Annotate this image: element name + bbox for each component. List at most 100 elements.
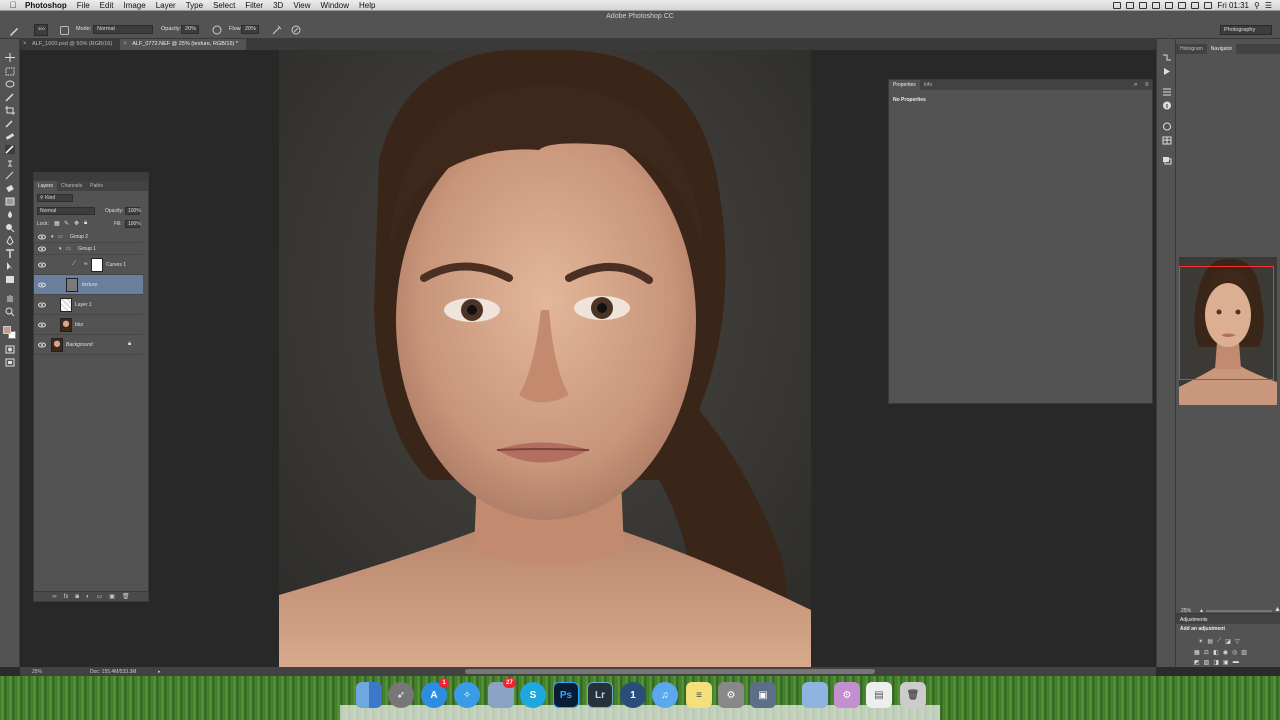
- menu-layer[interactable]: Layer: [151, 1, 181, 10]
- flow-field[interactable]: 20%: [241, 25, 259, 34]
- layer-row-blur[interactable]: blur: [34, 315, 143, 335]
- new-group-icon[interactable]: ▭: [97, 593, 103, 600]
- menu-filter[interactable]: Filter: [240, 1, 268, 10]
- history-icon[interactable]: [1162, 53, 1172, 62]
- status-zoom[interactable]: 25%: [32, 669, 42, 675]
- workspace-select[interactable]: Photography: [1220, 25, 1272, 35]
- status-menu-arrow-icon[interactable]: ▸: [158, 669, 161, 675]
- color-lookup-icon[interactable]: ▥: [1241, 649, 1247, 656]
- curves-icon[interactable]: ⟋: [1217, 638, 1221, 645]
- link-layers-icon[interactable]: ∞: [52, 594, 56, 600]
- tab-navigator[interactable]: Navigator: [1206, 44, 1237, 54]
- mode-select[interactable]: Normal: [93, 25, 153, 34]
- finder-icon[interactable]: [356, 682, 382, 708]
- zoom-in-icon[interactable]: ▲: [1274, 606, 1280, 613]
- visibility-eye-icon[interactable]: [38, 281, 46, 289]
- info-icon[interactable]: [1162, 101, 1172, 110]
- lock-image-icon[interactable]: ✎: [64, 220, 69, 227]
- hue-saturation-icon[interactable]: ▦: [1194, 649, 1200, 656]
- visibility-eye-icon[interactable]: [38, 261, 46, 269]
- blur-tool-icon[interactable]: [5, 210, 15, 219]
- hand-tool-icon[interactable]: [5, 294, 15, 303]
- visibility-eye-icon[interactable]: [38, 321, 46, 329]
- panel-menu-icon[interactable]: ≡: [1145, 82, 1149, 88]
- gradient-map-icon[interactable]: ▬: [1233, 659, 1239, 666]
- brush-tool-icon-active[interactable]: [5, 145, 15, 154]
- brightness-contrast-icon[interactable]: ☀: [1198, 638, 1203, 645]
- black-white-icon[interactable]: ◧: [1213, 649, 1219, 656]
- styles-icon[interactable]: [1162, 156, 1172, 165]
- status-bluetooth-icon[interactable]: [1152, 1, 1161, 9]
- layer-row-group-2[interactable]: ▾ ▭ Group 2: [34, 231, 143, 243]
- tab-alf-1600[interactable]: × ALF_1600.psd @ 50% (RGB/16): [20, 39, 120, 50]
- visibility-eye-icon[interactable]: [38, 245, 46, 253]
- 1password-icon[interactable]: 1: [620, 682, 646, 708]
- threshold-icon[interactable]: ◨: [1213, 659, 1219, 666]
- spotlight-icon[interactable]: ⚲: [1254, 1, 1260, 10]
- fill-field[interactable]: 100%: [125, 220, 141, 228]
- app-store-icon[interactable]: A 1: [421, 678, 449, 708]
- tab-properties[interactable]: Properties: [889, 80, 920, 90]
- tab-adjustments[interactable]: Adjustments: [1176, 614, 1280, 624]
- status-time-machine-icon[interactable]: [1139, 1, 1148, 9]
- adjustments-icon[interactable]: [1162, 87, 1172, 96]
- tab-layers[interactable]: Layers: [34, 181, 58, 191]
- pen-tool-icon[interactable]: [5, 236, 15, 245]
- selective-color-icon[interactable]: ▣: [1223, 659, 1229, 666]
- status-flag-icon[interactable]: [1191, 1, 1200, 9]
- layer-thumbnail[interactable]: [60, 298, 72, 312]
- menu-image[interactable]: Image: [118, 1, 150, 10]
- dodge-tool-icon[interactable]: [5, 223, 15, 232]
- history-brush-tool-icon[interactable]: [5, 171, 15, 180]
- blend-mode-select[interactable]: Normal: [37, 207, 95, 215]
- layer-row-group-1[interactable]: ▾ ▭ Group 1: [34, 243, 143, 255]
- gradient-tool-icon[interactable]: [5, 197, 15, 206]
- tab-info[interactable]: Info: [920, 80, 936, 90]
- apple-menu-icon[interactable]: : [6, 0, 20, 10]
- foreground-color-swatch[interactable]: [3, 326, 11, 334]
- channel-mixer-icon[interactable]: ◎: [1232, 649, 1237, 656]
- path-selection-tool-icon[interactable]: [5, 262, 15, 271]
- menu-select[interactable]: Select: [208, 1, 240, 10]
- preview-document-icon[interactable]: ▤: [866, 682, 892, 708]
- menu-app-photoshop[interactable]: Photoshop: [20, 1, 72, 10]
- layer-row-curves-1[interactable]: ⟋ ∞ Curves 1: [34, 255, 143, 275]
- brush-panel-toggle-icon[interactable]: [60, 26, 69, 35]
- status-doc-size[interactable]: Doc: 155.4M/533.3M: [90, 669, 136, 675]
- preview-icon[interactable]: 27: [488, 678, 516, 708]
- vibrance-icon[interactable]: ▽: [1235, 638, 1240, 645]
- layer-thumbnail[interactable]: [51, 338, 63, 352]
- menu-edit[interactable]: Edit: [95, 1, 119, 10]
- menubar-clock[interactable]: Fri 01:31: [1217, 1, 1249, 10]
- layer-filter-kind-select[interactable]: ⚲ Kind: [37, 194, 73, 202]
- invert-icon[interactable]: ◩: [1194, 659, 1200, 666]
- photo-booth-icon[interactable]: ▣: [750, 682, 776, 708]
- lock-transparent-icon[interactable]: ▦: [54, 220, 60, 227]
- status-volume-icon[interactable]: [1178, 1, 1187, 9]
- layer-mask-thumbnail[interactable]: [91, 258, 103, 272]
- menu-file[interactable]: File: [72, 1, 95, 10]
- visibility-eye-icon[interactable]: [38, 233, 46, 241]
- layer-row-texture[interactable]: texture: [34, 275, 143, 295]
- launchpad-icon[interactable]: ➶: [388, 682, 414, 708]
- safari-icon[interactable]: ✧: [454, 682, 480, 708]
- expand-triangle-icon[interactable]: ▾: [59, 246, 62, 252]
- eraser-tool-icon[interactable]: [5, 184, 15, 193]
- horizontal-scrollbar[interactable]: [465, 669, 875, 674]
- marquee-tool-icon[interactable]: [5, 67, 15, 76]
- layer-style-icon[interactable]: fx: [64, 594, 69, 600]
- tab-alf-0772[interactable]: × ALF_0772.NEF @ 25% (texture, RGB/16) *: [120, 39, 247, 50]
- expand-triangle-icon[interactable]: ▾: [51, 234, 54, 240]
- photo-filter-icon[interactable]: ◉: [1223, 649, 1228, 656]
- eyedropper-tool-icon[interactable]: [5, 119, 15, 128]
- layer-thumbnail[interactable]: [60, 318, 72, 332]
- brush-tool-icon[interactable]: [8, 26, 20, 36]
- delete-layer-icon[interactable]: 🗑︎: [122, 593, 130, 600]
- lock-position-icon[interactable]: ✥: [74, 220, 79, 227]
- tab-paths[interactable]: Paths: [86, 181, 107, 191]
- collapse-icon[interactable]: »: [1134, 82, 1137, 88]
- exposure-icon[interactable]: ◪: [1225, 638, 1231, 645]
- system-preferences-icon[interactable]: ⚙: [718, 682, 744, 708]
- new-adjustment-layer-icon[interactable]: ◐: [86, 594, 90, 600]
- screen-mode-icon[interactable]: [5, 358, 15, 367]
